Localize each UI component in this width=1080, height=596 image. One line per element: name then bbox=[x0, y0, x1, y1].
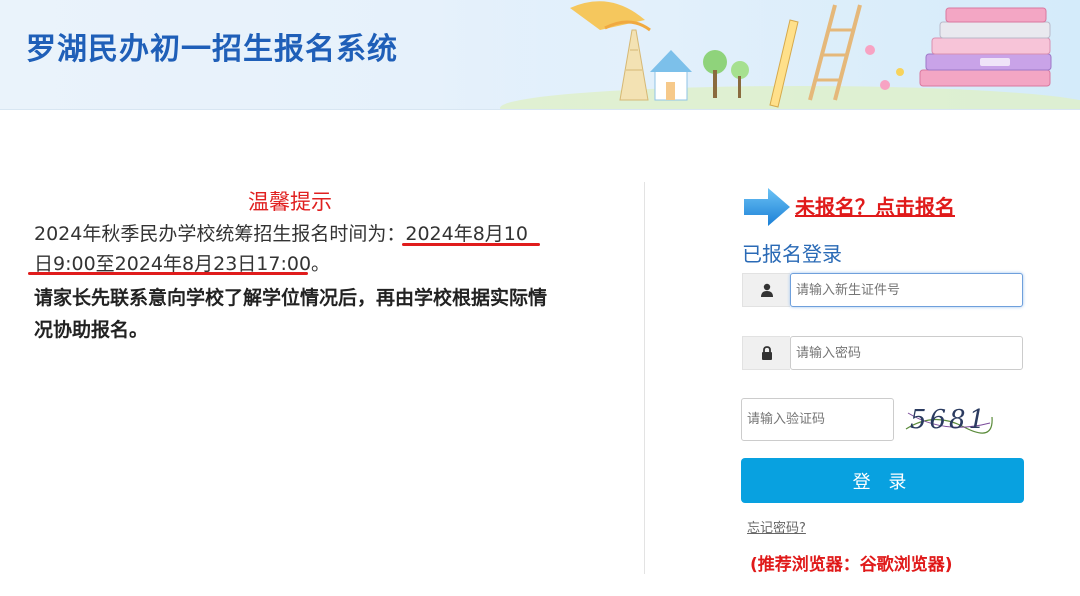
login-title: 已报名登录 bbox=[742, 242, 842, 266]
id-number-input[interactable] bbox=[790, 273, 1023, 307]
site-title: 罗湖民办初一招生报名系统 bbox=[26, 32, 398, 67]
notice-time-start: 2024年8月10 bbox=[405, 223, 528, 245]
header-banner: 罗湖民办初一招生报名系统 bbox=[0, 0, 1080, 110]
notice-time-period: 。 bbox=[311, 253, 331, 275]
lock-icon bbox=[742, 336, 790, 370]
register-link[interactable]: 未报名？点击报名 bbox=[795, 191, 955, 220]
red-underline-end bbox=[28, 272, 308, 275]
captcha-input[interactable] bbox=[741, 398, 894, 441]
notice-time-prefix: 2024年秋季民办学校统筹招生报名时间为： bbox=[34, 223, 406, 245]
password-input[interactable] bbox=[790, 336, 1023, 370]
browser-recommendation: (推荐浏览器：谷歌浏览器) bbox=[750, 555, 953, 575]
login-button[interactable]: 登 录 bbox=[741, 458, 1024, 503]
id-field-row bbox=[742, 273, 1024, 307]
captcha-image[interactable]: 5681 bbox=[904, 401, 994, 439]
notice-title: 温馨提示 bbox=[248, 190, 332, 214]
captcha-text: 5681 bbox=[909, 405, 989, 435]
forgot-password-link[interactable]: 忘记密码? bbox=[747, 517, 806, 536]
red-underline-start bbox=[402, 243, 540, 246]
user-icon bbox=[742, 273, 790, 307]
header-illustration bbox=[440, 0, 1080, 109]
password-field-row bbox=[742, 336, 1024, 370]
notice-registration-time: 2024年秋季民办学校统筹招生报名时间为：2024年8月10 日9:00至202… bbox=[34, 219, 554, 279]
arrow-right-icon bbox=[744, 188, 790, 226]
vertical-divider bbox=[644, 182, 645, 574]
notice-instruction: 请家长先联系意向学校了解学位情况后，再由学校根据实际情况协助报名。 bbox=[34, 287, 548, 341]
